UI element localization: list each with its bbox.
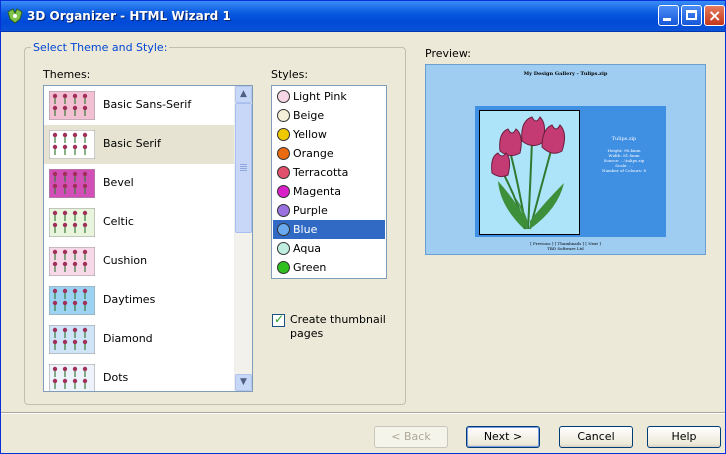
preview-footer: [ Previous ] [ Thumbnails ] [ Next ] TBD… bbox=[426, 241, 705, 251]
theme-item-label: Cushion bbox=[103, 254, 148, 267]
chevron-down-icon: ▼ bbox=[240, 377, 247, 387]
tulips-image bbox=[491, 116, 566, 230]
theme-item-label: Daytimes bbox=[103, 293, 156, 306]
preview-footer-company: TBD Software Ltd bbox=[547, 246, 584, 251]
help-button[interactable]: Help bbox=[647, 426, 721, 448]
maximize-icon bbox=[686, 10, 697, 20]
style-item-label: Green bbox=[293, 261, 327, 274]
wizard-window: 3D Organizer - HTML Wizard 1 × Select Th… bbox=[0, 0, 726, 454]
back-button[interactable]: < Back bbox=[374, 426, 448, 448]
themes-label: Themes: bbox=[43, 68, 91, 81]
chevron-up-icon: ▲ bbox=[240, 89, 247, 99]
theme-item-label: Bevel bbox=[103, 176, 134, 189]
color-swatch-icon bbox=[277, 204, 290, 217]
theme-thumbnail bbox=[48, 90, 96, 121]
preview-info: Tulips.zip Height: 98.4mm Width: 81.6mm … bbox=[586, 136, 662, 174]
minimize-button[interactable] bbox=[658, 5, 679, 26]
theme-thumbnail bbox=[48, 324, 96, 355]
style-item-label: Beige bbox=[293, 109, 325, 122]
theme-item[interactable]: Cushion bbox=[44, 242, 236, 281]
theme-item[interactable]: Basic Serif bbox=[44, 125, 236, 164]
themes-listbox[interactable]: Dots Diamond Daytimes Cushion Celtic Bevel Bas… bbox=[43, 85, 253, 392]
create-thumbnail-checkbox[interactable]: ✓ bbox=[272, 312, 285, 327]
theme-item[interactable]: Bevel bbox=[44, 164, 236, 203]
close-button[interactable]: × bbox=[704, 5, 725, 26]
app-icon bbox=[7, 8, 23, 24]
style-item-label: Yellow bbox=[293, 128, 327, 141]
theme-item[interactable]: Dots bbox=[44, 359, 236, 391]
style-item-label: Orange bbox=[293, 147, 334, 160]
color-swatch-icon bbox=[277, 147, 290, 160]
style-item-label: Light Pink bbox=[293, 90, 347, 103]
style-item[interactable]: Green bbox=[273, 258, 385, 277]
style-item[interactable]: Magenta bbox=[273, 182, 385, 201]
preview-label: Preview: bbox=[425, 47, 471, 60]
close-icon: × bbox=[708, 6, 722, 25]
preview-page-title: My Design Gallery - Tulips.zip bbox=[523, 71, 608, 77]
groupbox-title: Select Theme and Style: bbox=[31, 41, 170, 54]
color-swatch-icon bbox=[277, 242, 290, 255]
styles-listbox[interactable]: Light Pink Beige Yellow Orange Terracotta Mag… bbox=[271, 85, 387, 279]
style-item-label: Terracotta bbox=[293, 166, 349, 179]
theme-item[interactable]: Basic Sans-Serif bbox=[44, 86, 236, 125]
style-item-label: Purple bbox=[293, 204, 328, 217]
color-swatch-icon bbox=[277, 128, 290, 141]
style-item[interactable]: Orange bbox=[273, 144, 385, 163]
checkmark-icon: ✓ bbox=[274, 312, 285, 326]
style-item-label: Blue bbox=[293, 223, 318, 236]
cancel-button[interactable]: Cancel bbox=[559, 426, 633, 448]
scroll-down-button[interactable]: ▼ bbox=[235, 374, 252, 391]
color-swatch-icon bbox=[277, 166, 290, 179]
style-item[interactable]: Terracotta bbox=[273, 163, 385, 182]
color-swatch-icon bbox=[277, 90, 290, 103]
next-button[interactable]: Next > bbox=[466, 426, 540, 448]
theme-item-label: Celtic bbox=[103, 215, 134, 228]
preview-image bbox=[479, 110, 580, 235]
color-swatch-icon bbox=[277, 261, 290, 274]
preview-pane: My Design Gallery - Tulips.zip Tulips.zi bbox=[425, 64, 706, 255]
title-bar[interactable]: 3D Organizer - HTML Wizard 1 × bbox=[1, 1, 725, 32]
theme-item-label: Basic Sans-Serif bbox=[103, 98, 192, 111]
style-item[interactable]: Beige bbox=[273, 106, 385, 125]
preview-info-line: Number of Colours: 8 bbox=[601, 168, 646, 173]
theme-thumbnail bbox=[48, 285, 96, 316]
theme-thumbnail bbox=[48, 246, 96, 277]
style-item-label: Magenta bbox=[293, 185, 342, 198]
window-title: 3D Organizer - HTML Wizard 1 bbox=[27, 9, 231, 23]
scroll-up-button[interactable]: ▲ bbox=[235, 86, 252, 103]
styles-label: Styles: bbox=[271, 68, 309, 81]
style-item[interactable]: Aqua bbox=[273, 239, 385, 258]
grip-icon bbox=[240, 164, 247, 165]
color-swatch-icon bbox=[277, 223, 290, 236]
maximize-button[interactable] bbox=[681, 5, 702, 26]
button-separator bbox=[1, 412, 725, 414]
theme-item-label: Basic Serif bbox=[103, 137, 161, 150]
create-thumbnail-label[interactable]: Create thumbnail pages bbox=[290, 313, 390, 341]
style-item[interactable]: Blue bbox=[273, 220, 385, 239]
style-item[interactable]: Yellow bbox=[273, 125, 385, 144]
create-thumbnail-label-line1: Create thumbnail bbox=[290, 313, 386, 326]
theme-item-label: Dots bbox=[103, 371, 129, 384]
theme-item[interactable]: Diamond bbox=[44, 320, 236, 359]
minimize-icon bbox=[663, 18, 671, 21]
style-item[interactable]: Purple bbox=[273, 201, 385, 220]
theme-thumbnail bbox=[48, 129, 96, 160]
theme-item[interactable]: Daytimes bbox=[44, 281, 236, 320]
theme-item-label: Diamond bbox=[103, 332, 153, 345]
theme-thumbnail bbox=[48, 207, 96, 238]
theme-item[interactable]: Celtic bbox=[44, 203, 236, 242]
theme-thumbnail bbox=[48, 363, 96, 391]
color-swatch-icon bbox=[277, 185, 290, 198]
style-item[interactable]: Light Pink bbox=[273, 87, 385, 106]
themes-scrollbar[interactable]: ▲ ▼ bbox=[234, 86, 252, 391]
scrollbar-thumb[interactable] bbox=[235, 103, 252, 233]
color-swatch-icon bbox=[277, 109, 290, 122]
theme-thumbnail bbox=[48, 168, 96, 199]
preview-info-title: Tulips.zip bbox=[611, 136, 637, 142]
create-thumbnail-label-line2: pages bbox=[290, 327, 324, 340]
style-item-label: Aqua bbox=[293, 242, 322, 255]
